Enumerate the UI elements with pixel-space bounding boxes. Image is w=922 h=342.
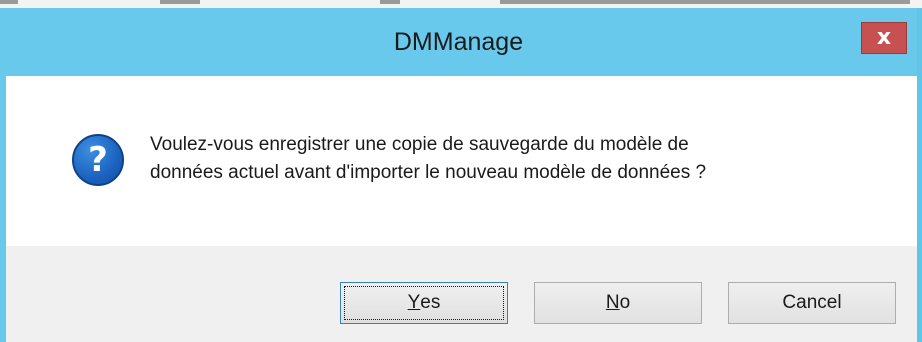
question-mark-glyph: ?: [88, 140, 108, 180]
close-icon: x: [876, 25, 892, 50]
title-bar[interactable]: DMManage x: [0, 8, 917, 76]
button-bar: Yes No Cancel: [6, 246, 917, 342]
yes-button[interactable]: Yes: [340, 282, 508, 324]
background-fragment: [0, 0, 18, 4]
message-text: Voulez-vous enregistrer une copie de sau…: [150, 131, 890, 187]
background-fragment: [380, 0, 400, 4]
close-button[interactable]: x: [861, 22, 907, 54]
no-label-rest: o: [619, 292, 631, 313]
message-line-1: Voulez-vous enregistrer une copie de sau…: [150, 134, 689, 155]
background-fragment: [160, 0, 200, 4]
cancel-button[interactable]: Cancel: [728, 282, 896, 324]
focus-ring: [344, 286, 504, 320]
no-button[interactable]: No: [534, 282, 702, 324]
window-title: DMManage: [393, 28, 524, 56]
no-mnemonic: N: [605, 292, 620, 313]
message-area: ? Voulez-vous enregistrer une copie de s…: [6, 76, 917, 246]
message-line-2: données actuel avant d'importer le nouve…: [150, 162, 707, 183]
background-fragment: [500, 0, 910, 4]
message-box-dialog: DMManage x ? Voulez-vous enregistrer une…: [0, 8, 922, 342]
question-icon: ?: [72, 134, 124, 186]
